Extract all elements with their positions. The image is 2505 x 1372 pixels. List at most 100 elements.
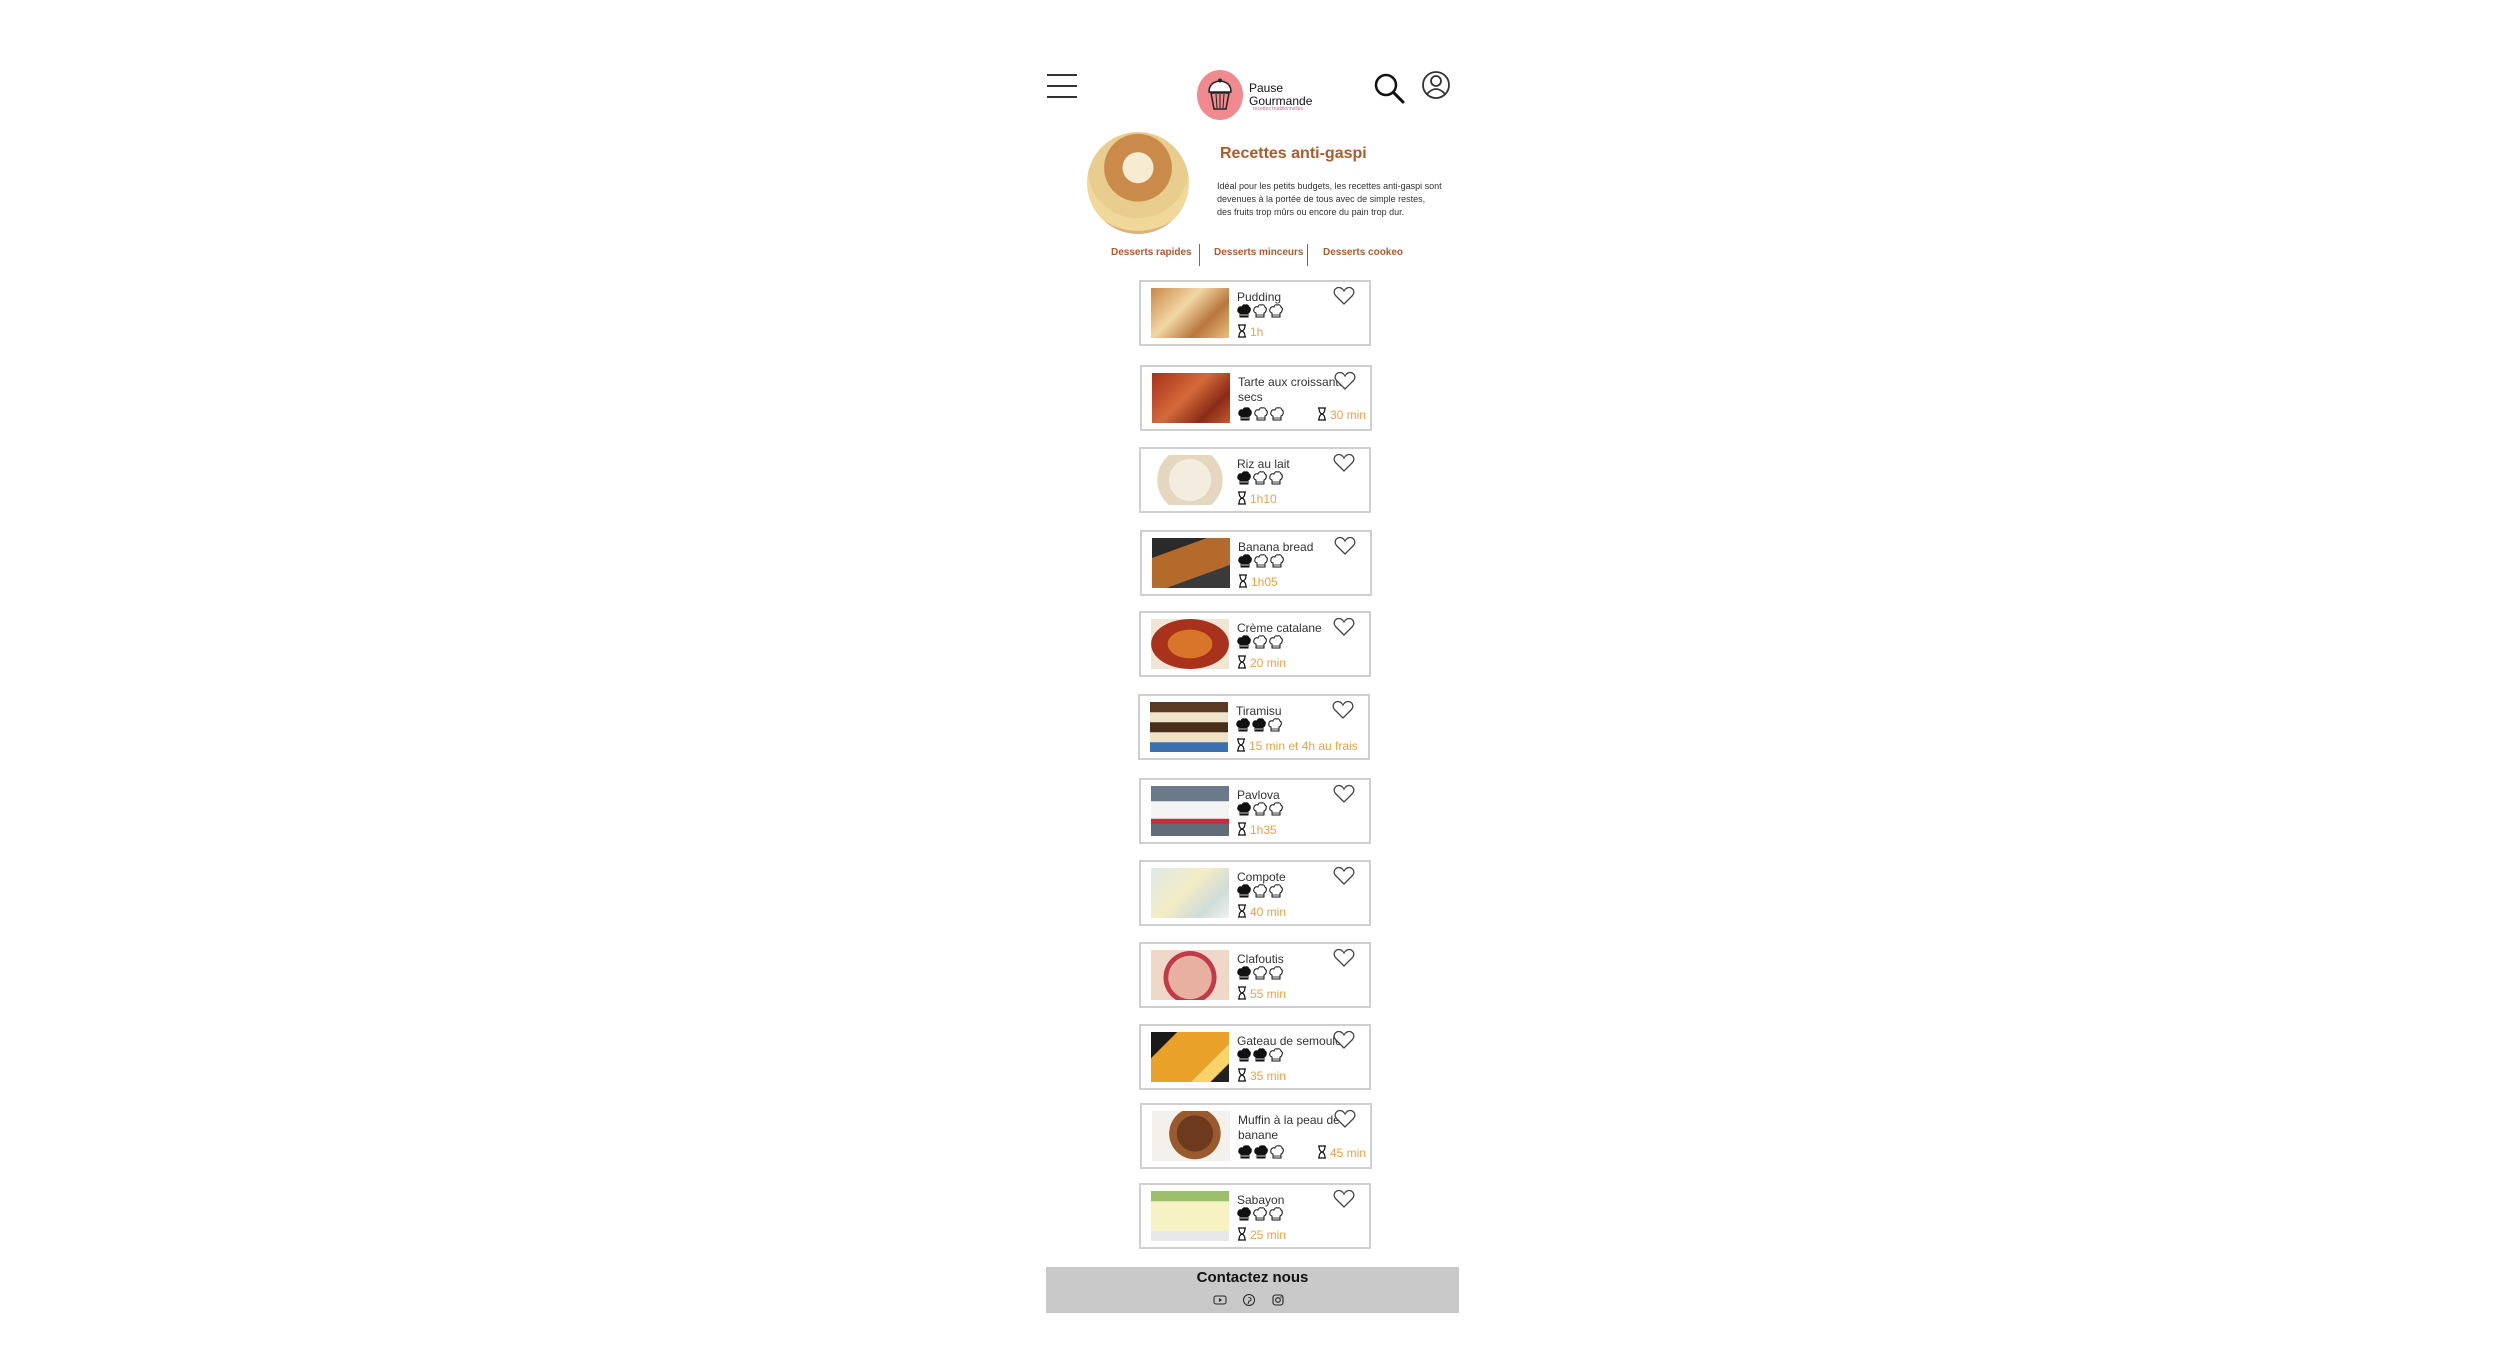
recipe-name[interactable]: Tiramisu [1236,704,1346,719]
recipe-card[interactable]: Muffin à la peau de banane 45 min [1140,1103,1372,1169]
recipe-name[interactable]: Muffin à la peau de banane [1238,1113,1348,1143]
recipe-name[interactable]: Sabayon [1237,1193,1347,1208]
recipe-card[interactable]: Tarte aux croissants secs 30 min [1140,365,1372,431]
recipe-card[interactable]: Tiramisu 15 min et 4h au frais [1138,694,1370,760]
recipe-image-compote[interactable] [1151,868,1229,918]
prep-time: 40 min [1237,903,1286,921]
favorite-heart-icon[interactable] [1334,1109,1356,1129]
prep-time: 15 min et 4h au frais [1236,737,1358,754]
chef-hat-icon [1269,1207,1283,1223]
favorite-heart-icon[interactable] [1334,371,1356,391]
recipe-image-creme[interactable] [1151,619,1229,669]
recipe-image-tarte[interactable] [1152,373,1230,423]
difficulty-rating [1237,802,1283,818]
favorite-heart-icon[interactable] [1333,617,1355,637]
subcategory-link-desserts-cookeo[interactable]: Desserts cookeo [1323,244,1403,266]
recipe-card[interactable]: Sabayon 25 min [1139,1183,1371,1249]
hamburger-menu-icon[interactable] [1047,72,1077,100]
favorite-heart-icon[interactable] [1333,1030,1355,1050]
recipe-card[interactable]: Clafoutis 55 min [1139,942,1371,1008]
favorite-heart-icon[interactable] [1333,286,1355,306]
recipe-card[interactable]: Pudding 1h [1139,280,1371,346]
prep-time-value: 1h05 [1251,575,1278,589]
favorite-heart-icon[interactable] [1333,948,1355,968]
recipe-name[interactable]: Gateau de semoule [1237,1034,1347,1049]
recipe-name[interactable]: Riz au lait [1237,457,1347,472]
recipe-image-clafoutis[interactable] [1151,950,1229,1000]
favorite-heart-icon[interactable] [1334,536,1356,556]
recipe-image-muffin[interactable] [1152,1111,1230,1161]
instagram-icon[interactable] [1271,1293,1285,1307]
prep-time-value: 55 min [1250,987,1287,1001]
recipe-image-riz[interactable] [1151,455,1229,505]
logo[interactable]: Pause Gourmande recettes traditionnelles [1197,70,1317,122]
recipe-image-pudding[interactable] [1151,288,1229,338]
recipe-card[interactable]: Banana bread 1h05 [1140,530,1372,596]
recipe-name[interactable]: Pudding [1237,290,1347,305]
prep-time: 1h10 [1237,490,1277,507]
prep-time-value: 20 min [1250,656,1287,670]
chef-hat-icon [1254,1145,1268,1161]
chef-hat-icon [1253,471,1267,487]
chef-hat-icon [1269,304,1283,320]
favorite-heart-icon[interactable] [1332,700,1354,720]
favorite-heart-icon[interactable] [1333,1189,1355,1209]
recipe-card[interactable]: Pavlova 1h35 [1139,778,1371,844]
recipe-image-tiramisu[interactable] [1150,702,1228,752]
favorite-heart-icon[interactable] [1333,784,1355,804]
recipe-image-pavlova[interactable] [1151,786,1229,836]
recipe-card[interactable]: Crème catalane 20 min [1139,611,1371,677]
recipe-image-banana[interactable] [1152,538,1230,588]
chef-hat-icon [1237,966,1251,982]
recipe-card[interactable]: Compote 40 min [1139,860,1371,926]
chef-hat-icon [1253,966,1267,982]
chef-hat-icon [1269,884,1283,900]
recipe-name[interactable]: Pavlova [1237,788,1347,803]
subcategory-link-desserts-minceurs[interactable]: Desserts minceurs [1214,244,1304,266]
divider [1199,244,1200,266]
divider [1307,244,1308,266]
chef-hat-icon [1252,718,1266,734]
chef-hat-icon [1237,304,1251,320]
recipe-card[interactable]: Gateau de semoule 35 min [1139,1024,1371,1090]
difficulty-rating [1238,554,1284,570]
category-description: Idéal pour les petits budgets, les recet… [1217,181,1442,217]
pinterest-icon[interactable] [1242,1293,1256,1307]
chef-hat-icon [1237,884,1251,900]
favorite-heart-icon[interactable] [1333,866,1355,886]
recipe-card[interactable]: Riz au lait 1h10 [1139,447,1371,513]
hourglass-icon [1237,903,1247,921]
recipe-name[interactable]: Tarte aux croissants secs [1238,375,1348,405]
hourglass-icon [1237,821,1247,839]
prep-time-value: 35 min [1250,1069,1287,1083]
search-icon[interactable] [1373,72,1405,104]
chef-hat-icon [1269,635,1283,651]
recipe-name[interactable]: Compote [1237,870,1347,885]
hourglass-icon [1317,406,1327,424]
difficulty-rating [1236,718,1282,734]
prep-time: 1h05 [1238,573,1278,591]
chef-hat-icon [1270,554,1284,570]
recipe-name[interactable]: Clafoutis [1237,952,1347,967]
youtube-icon[interactable] [1213,1293,1227,1307]
hourglass-icon [1238,573,1248,591]
chef-hat-icon [1268,718,1282,734]
prep-time: 1h [1237,323,1263,341]
chef-hat-icon [1238,554,1252,570]
chef-hat-icon [1270,1145,1284,1161]
subcategory-link-desserts-rapides[interactable]: Desserts rapides [1111,244,1192,266]
hourglass-icon [1237,323,1247,341]
chef-hat-icon [1253,1207,1267,1223]
recipe-image-sabayon[interactable] [1151,1191,1229,1241]
logo-name: Pause Gourmande [1249,81,1313,108]
chef-hat-icon [1269,1048,1283,1064]
favorite-heart-icon[interactable] [1333,453,1355,473]
prep-time-value: 25 min [1250,1228,1287,1242]
user-account-icon[interactable] [1421,70,1451,100]
hourglass-icon [1237,985,1247,1003]
recipe-image-semoule[interactable] [1151,1032,1229,1082]
recipe-name[interactable]: Crème catalane [1237,621,1347,636]
chef-hat-icon [1254,554,1268,570]
recipe-name[interactable]: Banana bread [1238,540,1348,555]
chef-hat-icon [1253,304,1267,320]
